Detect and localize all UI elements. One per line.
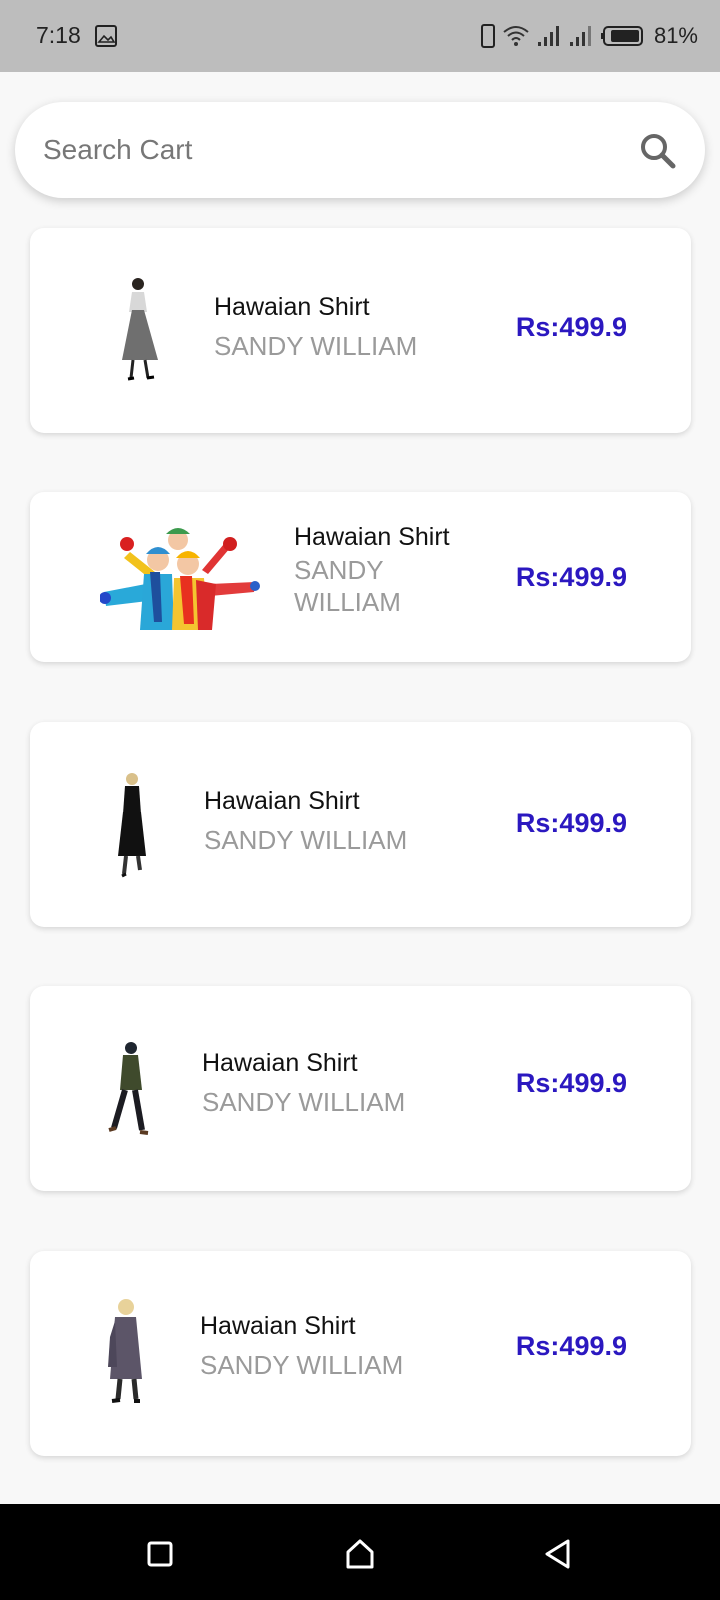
status-time: 7:18 <box>36 22 81 48</box>
phone-icon <box>480 24 495 48</box>
item-price: Rs:499.9 <box>515 1331 627 1361</box>
product-image <box>108 1042 149 1135</box>
cart-item-card[interactable]: Hawaian Shirt SANDY WILLIAM Rs:499.9 <box>30 492 691 662</box>
back-triangle-icon[interactable] <box>538 1534 578 1574</box>
item-price: Rs:499.9 <box>515 1068 627 1098</box>
item-price: Rs:499.9 <box>515 808 627 838</box>
cart-item-card[interactable]: Hawaian Shirt SANDY WILLIAM Rs:499.9 <box>30 228 691 433</box>
cart-item-card[interactable]: Hawaian Shirt SANDY WILLIAM Rs:499.9 <box>30 722 691 927</box>
signal-icon <box>569 26 591 46</box>
cart-screen: 7:18 81% Search Cart Hawaian Shirt SANDY… <box>0 0 720 1600</box>
status-bar: 7:18 81% <box>0 0 720 72</box>
product-image <box>122 278 158 381</box>
search-icon[interactable] <box>637 130 679 172</box>
item-name: Hawaian Shirt <box>214 293 370 321</box>
product-image <box>100 528 260 630</box>
item-seller: SANDY WILLIAM <box>202 1087 406 1117</box>
cart-item-card[interactable]: Hawaian Shirt SANDY WILLIAM Rs:499.9 <box>30 1251 691 1456</box>
signal-icon <box>537 26 559 46</box>
item-seller: SANDY WILLIAM <box>214 331 418 361</box>
item-price: Rs:499.9 <box>515 562 627 592</box>
item-name: Hawaian Shirt <box>294 523 450 551</box>
recents-square-icon[interactable] <box>140 1534 180 1574</box>
item-seller: SANDY WILLIAM <box>204 825 408 855</box>
item-name: Hawaian Shirt <box>204 787 360 815</box>
item-info: Hawaian Shirt SANDY WILLIAM <box>200 1311 403 1381</box>
gallery-icon <box>95 25 117 47</box>
search-input[interactable] <box>43 122 583 178</box>
item-name: Hawaian Shirt <box>202 1049 358 1077</box>
status-icons: 81% <box>480 20 698 52</box>
home-icon[interactable] <box>340 1534 380 1574</box>
search-bar <box>15 102 705 198</box>
item-price: Rs:499.9 <box>515 312 627 342</box>
item-info: Hawaian Shirt SANDY WILLIAM <box>214 292 417 362</box>
battery-percent: 81% <box>653 23 698 48</box>
item-info: Hawaian Shirt SANDY WILLIAM <box>294 522 474 618</box>
item-seller: SANDY WILLIAM <box>294 555 401 617</box>
product-image <box>108 1299 142 1403</box>
battery-icon <box>600 26 643 46</box>
cart-item-card[interactable]: Hawaian Shirt SANDY WILLIAM Rs:499.9 <box>30 986 691 1191</box>
wifi-icon <box>503 26 529 46</box>
item-name: Hawaian Shirt <box>200 1312 356 1340</box>
item-seller: SANDY WILLIAM <box>200 1350 404 1380</box>
product-image <box>118 773 146 878</box>
item-info: Hawaian Shirt SANDY WILLIAM <box>204 786 407 856</box>
item-info: Hawaian Shirt SANDY WILLIAM <box>202 1048 405 1118</box>
navigation-bar <box>0 1504 720 1600</box>
